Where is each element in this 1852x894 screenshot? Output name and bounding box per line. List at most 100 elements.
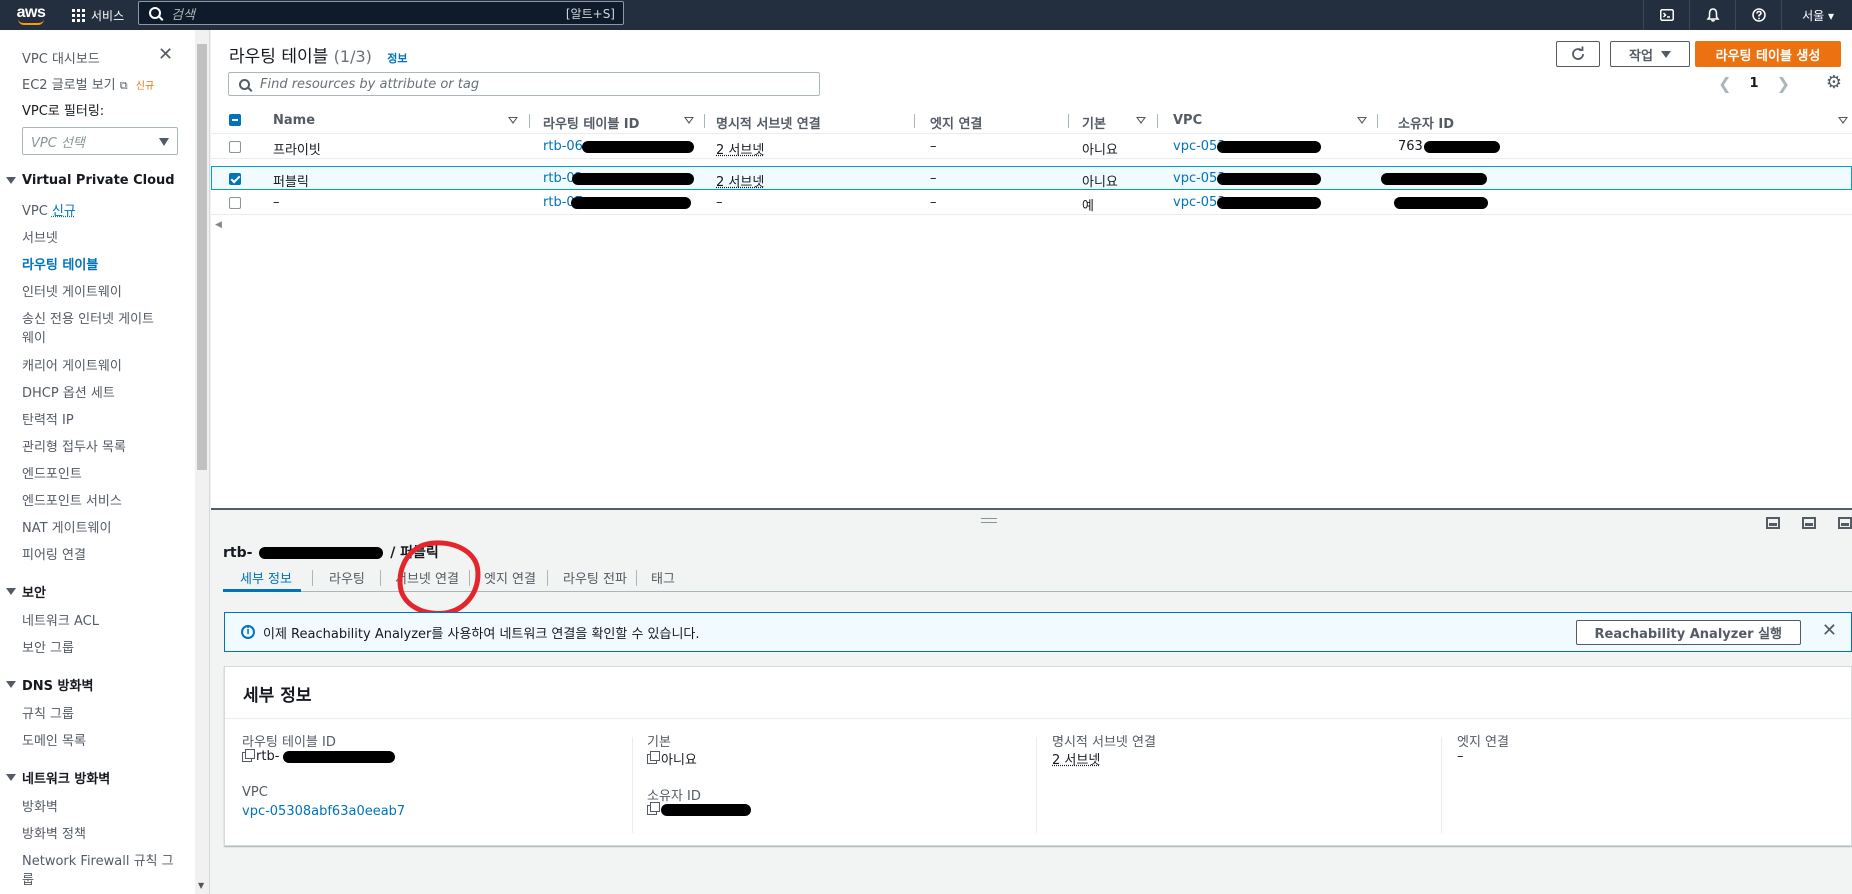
sort-icon[interactable] xyxy=(1136,117,1146,124)
sidebar-item-rule-groups[interactable]: 규칙 그룹 xyxy=(22,703,74,722)
column-separator xyxy=(1068,114,1069,128)
table-header: Name 라우팅 테이블 ID 명시적 서브넷 연결 엣지 연결 기본 VPC … xyxy=(211,108,1852,134)
sidebar-item-vpc[interactable]: VPC 신규 xyxy=(22,200,76,219)
refresh-button[interactable] xyxy=(1556,41,1600,67)
panel-side-icon[interactable] xyxy=(1802,517,1816,529)
tab-routes[interactable]: 라우팅 xyxy=(329,568,365,587)
current-page[interactable]: 1 xyxy=(1750,76,1759,91)
select-all-checkbox[interactable] xyxy=(229,114,241,126)
sidebar-item-ec2-global[interactable]: EC2 글로벌 보기 ⧉ 신규 xyxy=(22,74,154,93)
row-checkbox[interactable] xyxy=(229,141,241,153)
sidebar-scrollbar[interactable]: ▼ xyxy=(195,30,209,894)
column-header-main[interactable]: 기본 xyxy=(1082,113,1106,132)
subnet-assoc-value[interactable]: 2 서브넷 xyxy=(1052,749,1100,768)
column-header-owner[interactable]: 소유자 ID xyxy=(1398,113,1454,132)
sidebar-item-dhcp[interactable]: DHCP 옵션 세트 xyxy=(22,382,115,401)
sidebar-item-route-tables[interactable]: 라우팅 테이블 xyxy=(22,254,98,273)
actions-button[interactable]: 작업 xyxy=(1610,41,1690,67)
main-value: 아니요 xyxy=(647,749,697,768)
tab-tags[interactable]: 태그 xyxy=(651,568,675,587)
split-panel-divider[interactable] xyxy=(211,508,1852,510)
sidebar-item-subnets[interactable]: 서브넷 xyxy=(22,227,58,246)
copy-icon[interactable] xyxy=(647,802,660,815)
sidebar-item-endpoints[interactable]: 엔드포인트 xyxy=(22,463,82,482)
gear-icon[interactable]: ⚙ xyxy=(1826,72,1842,93)
copy-icon[interactable] xyxy=(242,748,255,762)
sidebar-item-firewall-policies[interactable]: 방화벽 정책 xyxy=(22,823,86,842)
edge-assoc-value: – xyxy=(1457,749,1464,764)
sidebar-item-endpoint-services[interactable]: 엔드포인트 서비스 xyxy=(22,490,122,509)
table-row[interactable]: – rtb-07 – – 예 vpc-053 xyxy=(211,191,1852,215)
sidebar-item-nat-gateway[interactable]: NAT 게이트웨이 xyxy=(22,517,111,536)
column-divider xyxy=(1441,737,1442,833)
sort-icon[interactable] xyxy=(1357,117,1367,124)
section-virtual-private-cloud[interactable]: Virtual Private Cloud xyxy=(6,173,175,188)
row-main: 예 xyxy=(1082,199,1094,214)
panel-hide-icon[interactable] xyxy=(1838,517,1852,529)
resource-filter-input[interactable]: Find resources by attribute or tag xyxy=(228,72,820,96)
sidebar-item-firewalls[interactable]: 방화벽 xyxy=(22,796,58,815)
table-row[interactable]: 프라이빗 rtb-06 2 서브넷 – 아니요 vpc-053 763 xyxy=(211,135,1852,159)
sidebar-item-security-groups[interactable]: 보안 그룹 xyxy=(22,637,74,656)
rtb-id-link[interactable]: rtb-06 xyxy=(543,139,583,154)
subnets-link[interactable]: 2 서브넷 xyxy=(716,171,764,190)
reachability-analyzer-button[interactable]: Reachability Analyzer 실행 xyxy=(1575,620,1801,645)
tab-route-propagation[interactable]: 라우팅 전파 xyxy=(563,568,627,587)
sidebar-item-network-acl[interactable]: 네트워크 ACL xyxy=(22,610,99,629)
info-link[interactable]: 정보 xyxy=(387,52,407,65)
bell-icon[interactable] xyxy=(1689,0,1735,30)
sidebar-item-nfw-rule-groups[interactable]: Network Firewall 규칙 그 xyxy=(22,850,174,869)
create-route-table-button[interactable]: 라우팅 테이블 생성 xyxy=(1695,41,1841,67)
column-header-rtb-id[interactable]: 라우팅 테이블 ID xyxy=(543,113,639,132)
close-icon[interactable]: ✕ xyxy=(1822,620,1837,641)
redaction xyxy=(259,547,384,559)
vpc-id-link[interactable]: vpc-05308abf63a0eeab7 xyxy=(242,804,405,819)
copy-icon[interactable] xyxy=(647,750,660,764)
caret-down-icon xyxy=(1660,50,1671,58)
services-menu-button[interactable]: 서비스 xyxy=(72,7,124,24)
sort-icon[interactable] xyxy=(508,117,518,124)
sidebar-item-vpc-dashboard[interactable]: VPC 대시보드 xyxy=(22,48,100,67)
section-dns-firewall[interactable]: DNS 방화벽 xyxy=(6,675,93,694)
panel-bottom-icon[interactable] xyxy=(1766,517,1780,529)
cloudshell-icon[interactable] xyxy=(1643,0,1689,30)
main-label: 기본 xyxy=(647,735,671,750)
column-header-vpc[interactable]: VPC xyxy=(1173,113,1202,128)
sort-icon[interactable] xyxy=(684,117,694,124)
column-header-name[interactable]: Name xyxy=(273,113,315,128)
row-checkbox[interactable] xyxy=(229,173,241,185)
sidebar-item-prefix-lists[interactable]: 관리형 접두사 목록 xyxy=(22,436,126,455)
tab-edge-associations[interactable]: 엣지 연결 xyxy=(484,568,536,587)
sidebar-item-elastic-ip[interactable]: 탄력적 IP xyxy=(22,409,74,428)
tab-details[interactable]: 세부 정보 xyxy=(240,568,292,587)
tab-separator xyxy=(380,570,381,586)
sidebar-item-internet-gateway[interactable]: 인터넷 게이트웨이 xyxy=(22,281,122,300)
chevron-right-icon[interactable]: ❯ xyxy=(1777,74,1790,93)
table-row-selected[interactable]: 퍼블릭 rtb-02 2 서브넷 – 아니요 vpc-053 xyxy=(211,166,1852,190)
section-security[interactable]: 보안 xyxy=(6,582,46,601)
sidebar-item-peering[interactable]: 피어링 연결 xyxy=(22,544,86,563)
region-selector[interactable]: 서울 ▾ xyxy=(1781,0,1852,30)
scrollbar-thumb[interactable] xyxy=(197,44,207,470)
subnets-link[interactable]: 2 서브넷 xyxy=(716,139,764,158)
close-icon[interactable]: ✕ xyxy=(158,44,173,65)
row-checkbox[interactable] xyxy=(229,197,241,209)
help-icon[interactable] xyxy=(1735,0,1781,30)
drag-handle-icon[interactable] xyxy=(981,518,997,523)
sidebar-item-nfw-rule-groups-cont[interactable]: 룹 xyxy=(22,869,34,888)
chevron-left-icon[interactable]: ❮ xyxy=(1718,74,1731,93)
sidebar-item-domain-lists[interactable]: 도메인 목록 xyxy=(22,730,86,749)
row-subnets: – xyxy=(716,195,723,210)
vpc-filter-select[interactable]: VPC 선택 xyxy=(22,127,178,155)
global-search-input[interactable]: 검색 [알트+S] xyxy=(138,1,624,25)
sidebar-item-carrier-gateway[interactable]: 캐리어 게이트웨이 xyxy=(22,355,122,374)
section-network-firewall[interactable]: 네트워크 방화벽 xyxy=(6,768,110,787)
scroll-down-icon[interactable]: ▼ xyxy=(198,881,204,890)
sidebar-item-egress-gateway[interactable]: 송신 전용 인터넷 게이트 xyxy=(22,308,154,327)
sidebar-item-egress-gateway-cont[interactable]: 웨이 xyxy=(22,327,46,346)
scroll-left-icon[interactable]: ◀ xyxy=(215,220,222,230)
column-header-subnets[interactable]: 명시적 서브넷 연결 xyxy=(716,113,821,132)
sort-icon[interactable] xyxy=(1838,117,1848,124)
aws-logo[interactable]: aws xyxy=(6,0,56,30)
column-header-edge[interactable]: 엣지 연결 xyxy=(930,113,982,132)
